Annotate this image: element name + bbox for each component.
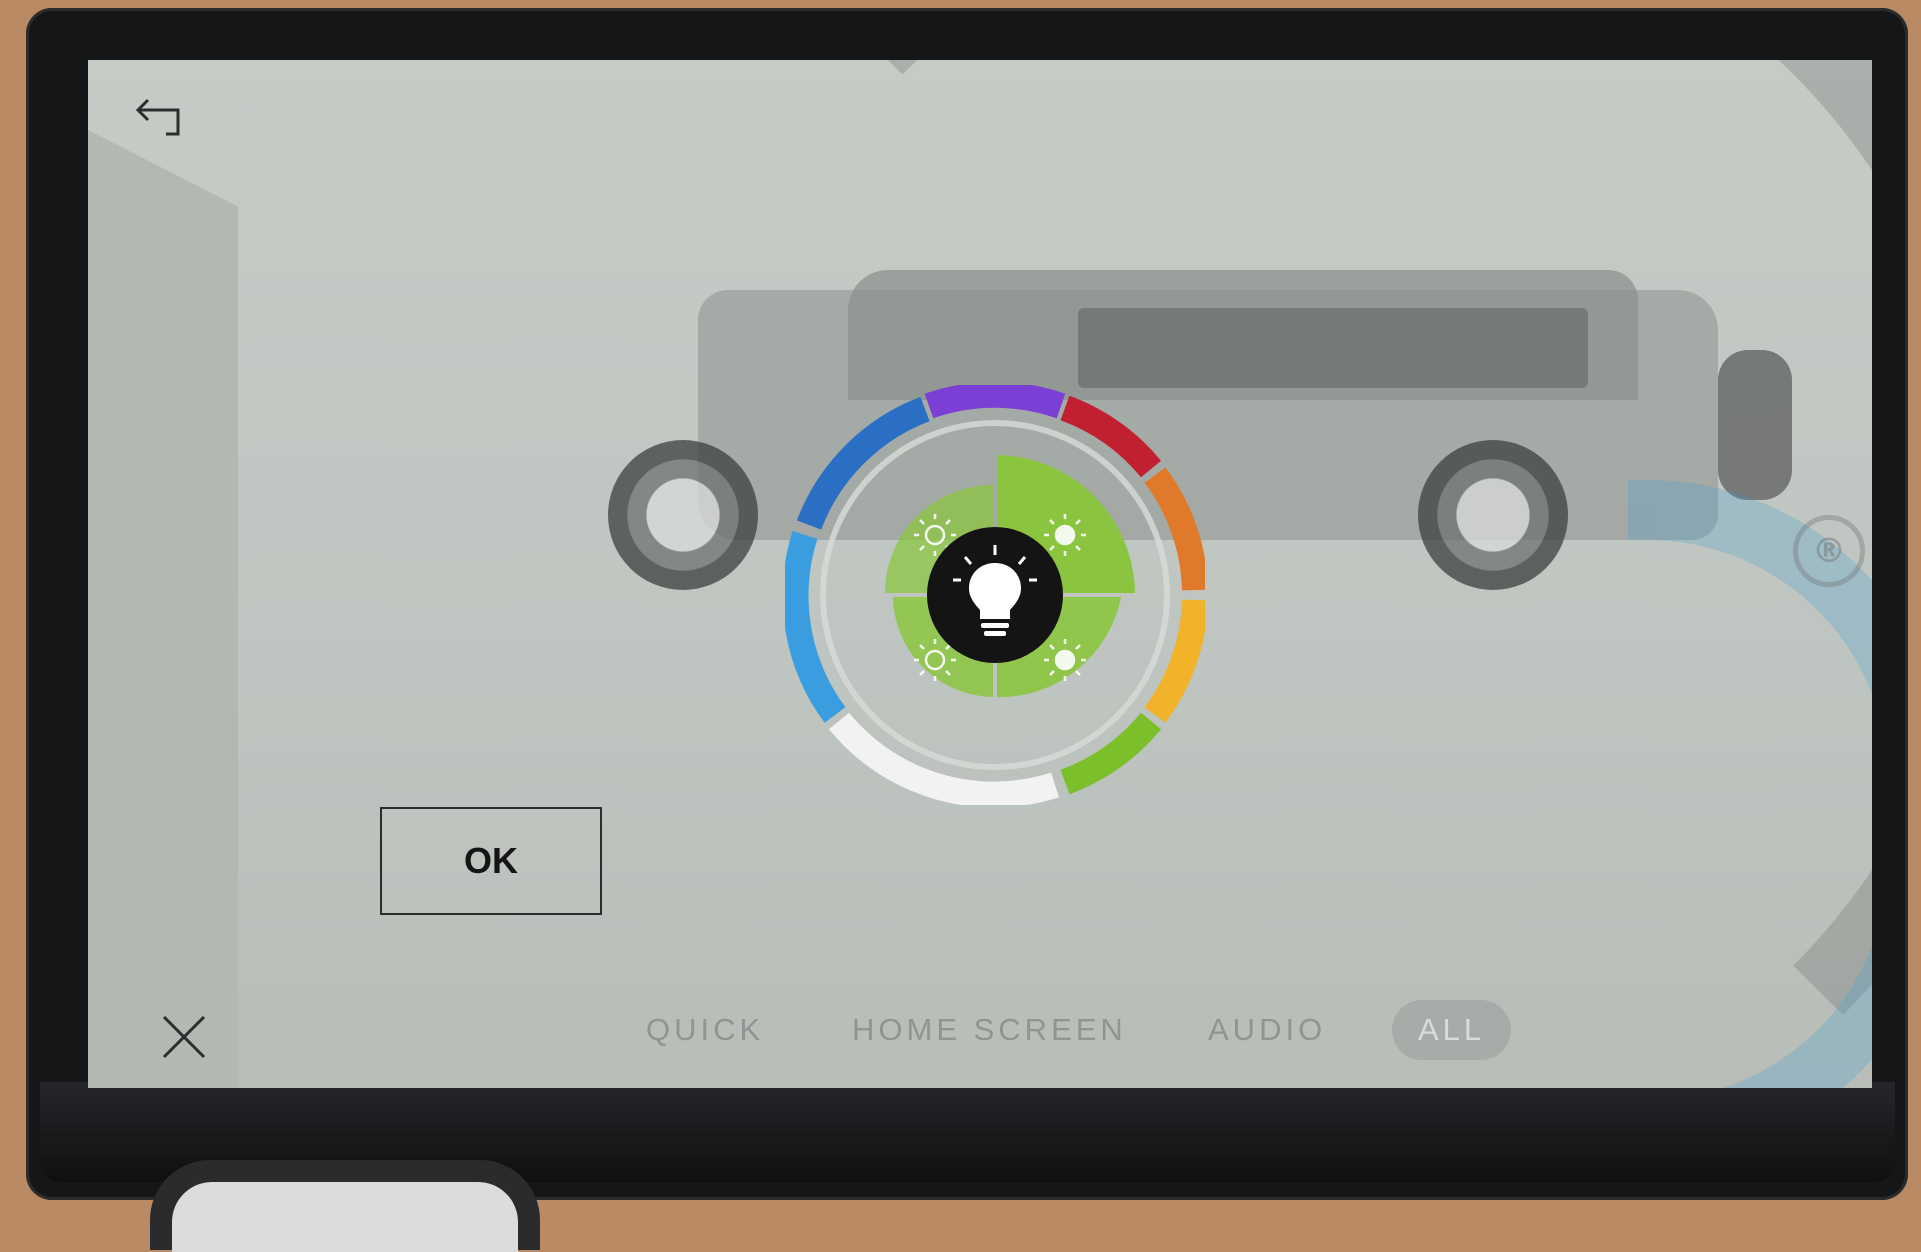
ring-segment-blue[interactable] — [796, 396, 930, 530]
vehicle-rear-wheel — [1418, 440, 1568, 590]
back-arrow-icon[interactable] — [130, 92, 186, 142]
close-icon[interactable] — [160, 1013, 208, 1061]
vehicle-front-wheel — [608, 440, 758, 590]
ok-button[interactable]: OK — [380, 807, 602, 915]
ring-segment-yellow[interactable] — [1144, 599, 1205, 723]
tab-all[interactable]: ALL — [1392, 1000, 1512, 1060]
vehicle-image-window — [1078, 308, 1588, 388]
ring-segment-red[interactable] — [1060, 395, 1162, 478]
ring-segment-orange[interactable] — [1144, 467, 1205, 591]
tab-home-screen[interactable]: HOME SCREEN — [852, 1000, 1127, 1060]
ambient-lighting-color-wheel[interactable] — [785, 385, 1205, 805]
registered-mark-icon: ® — [1793, 515, 1865, 587]
tab-audio[interactable]: AUDIO — [1208, 1000, 1326, 1060]
ring-segment-purple[interactable] — [924, 385, 1066, 419]
gear-selector — [150, 1160, 540, 1252]
vehicle-spare-wheel — [1718, 350, 1792, 500]
settings-tab-bar: QUICK HOME SCREEN AUDIO ALL — [640, 1000, 1520, 1060]
left-panel-background — [88, 130, 238, 1088]
tab-quick[interactable]: QUICK — [646, 1000, 764, 1060]
ring-segment-green[interactable] — [1060, 712, 1162, 795]
